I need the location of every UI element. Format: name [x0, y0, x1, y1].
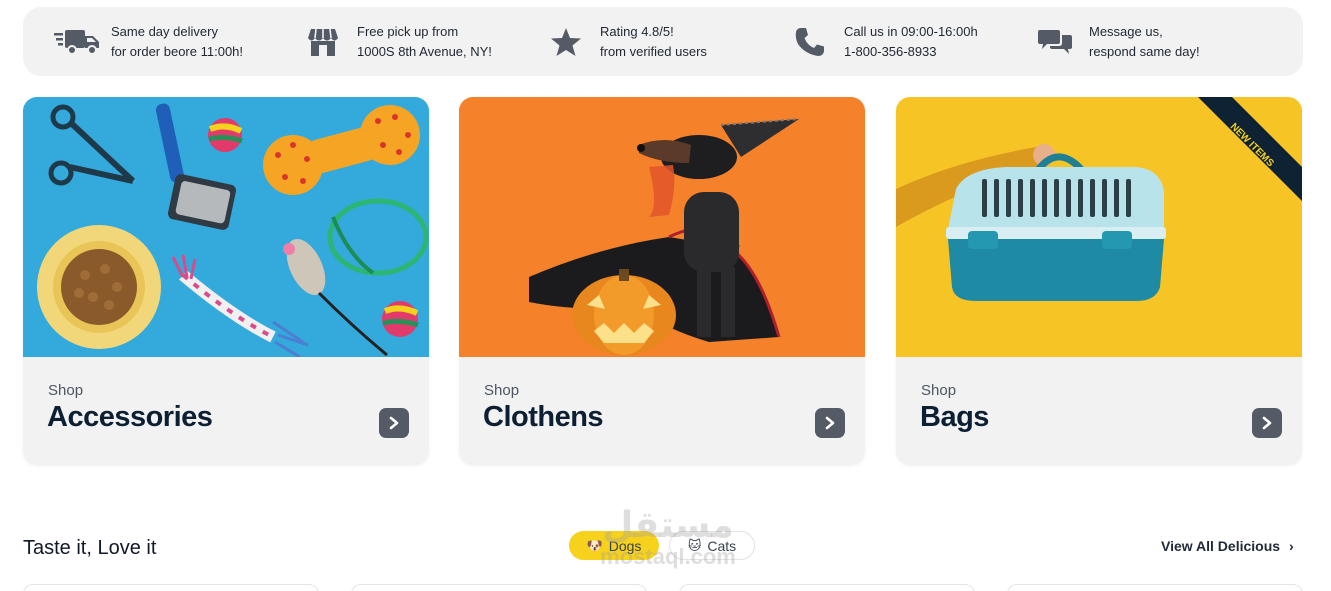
- chat-bubbles-icon: [1031, 22, 1079, 62]
- product-card[interactable]: [679, 584, 975, 591]
- card-arrow-button[interactable]: [815, 408, 845, 438]
- tab-label: Dogs: [608, 537, 642, 554]
- feature-line-1: Message us,: [1089, 23, 1163, 39]
- card-title[interactable]: Bags: [920, 401, 989, 434]
- features-bar: Same day delivery for order beore 11:00h…: [23, 7, 1303, 76]
- feature-line-2: for order beore 11:00h!: [111, 43, 244, 59]
- chevron-right-icon: [825, 416, 835, 430]
- tab-label: Cats: [707, 537, 737, 554]
- bags-image: NEW ITEMS: [896, 97, 1302, 357]
- dog-icon: 🐶: [586, 537, 603, 553]
- card-title[interactable]: Clothens: [483, 401, 604, 434]
- product-card[interactable]: [351, 584, 647, 591]
- section-title: Taste it, Love it: [23, 537, 157, 559]
- card-shop-label: Shop: [48, 382, 84, 399]
- product-card[interactable]: [23, 584, 319, 591]
- feature-rating: Rating 4.8/5! from verified users: [542, 7, 707, 76]
- feature-line-1: Rating 4.8/5!: [600, 23, 674, 39]
- feature-call: Call us in 09:00-16:00h 1-800-356-8933: [786, 7, 978, 76]
- category-card-bags[interactable]: NEW ITEMS Shop Bags: [896, 97, 1302, 465]
- clothens-image: [459, 97, 865, 357]
- feature-pickup: Free pick up from 1000S 8th Avenue, NY!: [299, 7, 492, 76]
- view-all-label: View All Delicious: [1161, 538, 1281, 554]
- feature-line-1: Free pick up from: [357, 23, 459, 39]
- delivery-truck-icon: [53, 22, 101, 62]
- star-icon: [542, 22, 590, 62]
- phone-icon: [786, 22, 834, 62]
- accessories-image: [23, 97, 429, 357]
- card-shop-label: Shop: [484, 382, 520, 399]
- chevron-right-icon: ›: [1289, 538, 1294, 554]
- feature-line-2: from verified users: [600, 43, 707, 59]
- feature-line-1: Same day delivery: [111, 23, 218, 39]
- category-card-clothens[interactable]: Shop Clothens: [459, 97, 865, 465]
- feature-message: Message us, respond same day!: [1031, 7, 1200, 76]
- feature-line-2: 1000S 8th Avenue, NY!: [357, 43, 492, 59]
- feature-delivery: Same day delivery for order beore 11:00h…: [53, 7, 243, 76]
- card-arrow-button[interactable]: [1252, 408, 1282, 438]
- card-arrow-button[interactable]: [379, 408, 409, 438]
- view-all-link[interactable]: View All Delicious ›: [1161, 538, 1294, 554]
- cat-icon: 🐱: [687, 537, 702, 553]
- tab-dogs[interactable]: 🐶 Dogs: [569, 531, 659, 560]
- chevron-right-icon: [389, 416, 399, 430]
- feature-line-1: Call us in 09:00-16:00h: [844, 23, 978, 39]
- feature-line-2: 1-800-356-8933: [844, 43, 937, 59]
- card-shop-label: Shop: [921, 382, 957, 399]
- category-card-accessories[interactable]: Shop Accessories: [23, 97, 429, 465]
- product-card[interactable]: [1007, 584, 1303, 591]
- card-title[interactable]: Accessories: [47, 401, 213, 434]
- chevron-right-icon: [1262, 416, 1272, 430]
- store-icon: [299, 22, 347, 62]
- feature-line-2: respond same day!: [1089, 43, 1200, 59]
- tab-cats[interactable]: 🐱 Cats: [669, 531, 755, 560]
